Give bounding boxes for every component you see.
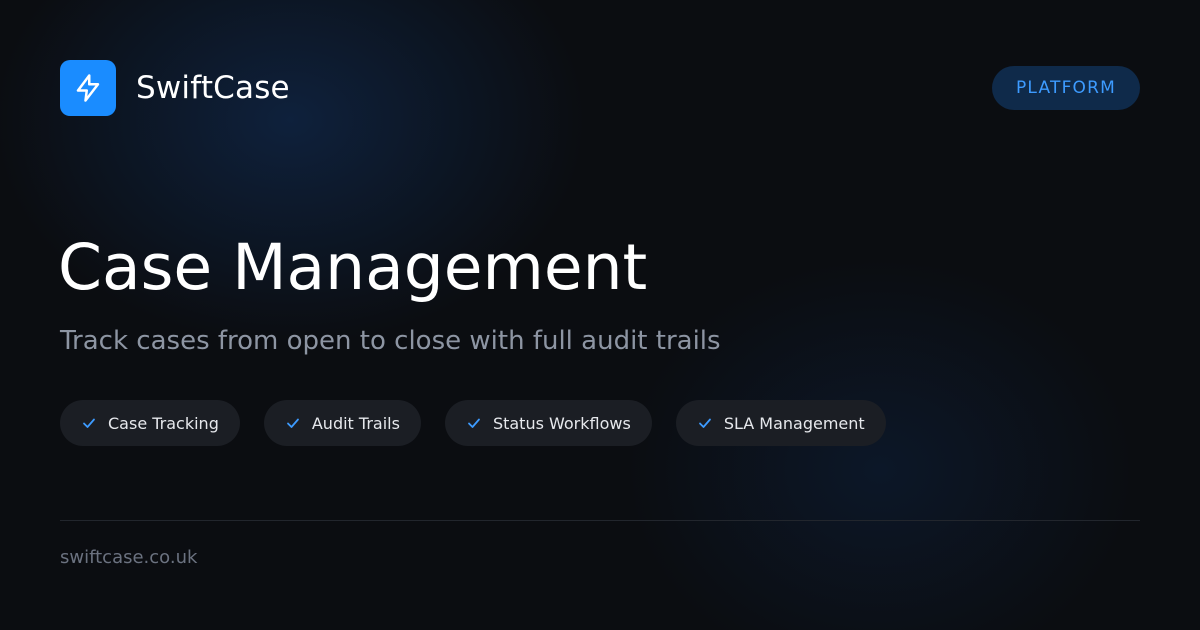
feature-chip-audit-trails: Audit Trails — [263, 400, 421, 446]
lightning-bolt-icon — [76, 74, 100, 102]
feature-list: Case Tracking Audit Trails Status Workfl… — [60, 400, 886, 446]
check-icon — [285, 415, 301, 431]
category-badge: PLATFORM — [992, 66, 1140, 110]
feature-chip-sla-management: SLA Management — [675, 400, 886, 446]
feature-chip-status-workflows: Status Workflows — [444, 400, 652, 446]
check-icon — [466, 415, 482, 431]
feature-label: Audit Trails — [311, 413, 400, 433]
page-title: Case Management — [58, 231, 648, 304]
feature-chip-case-tracking: Case Tracking — [60, 400, 240, 446]
brand-name: SwiftCase — [136, 70, 290, 106]
logo-mark — [60, 60, 116, 116]
footer-divider — [60, 520, 1140, 521]
check-icon — [697, 415, 713, 431]
site-url: swiftcase.co.uk — [60, 547, 198, 568]
feature-label: Status Workflows — [492, 413, 631, 433]
feature-label: SLA Management — [723, 413, 865, 433]
check-icon — [81, 415, 97, 431]
feature-label: Case Tracking — [108, 413, 219, 433]
page-subtitle: Track cases from open to close with full… — [60, 326, 721, 356]
